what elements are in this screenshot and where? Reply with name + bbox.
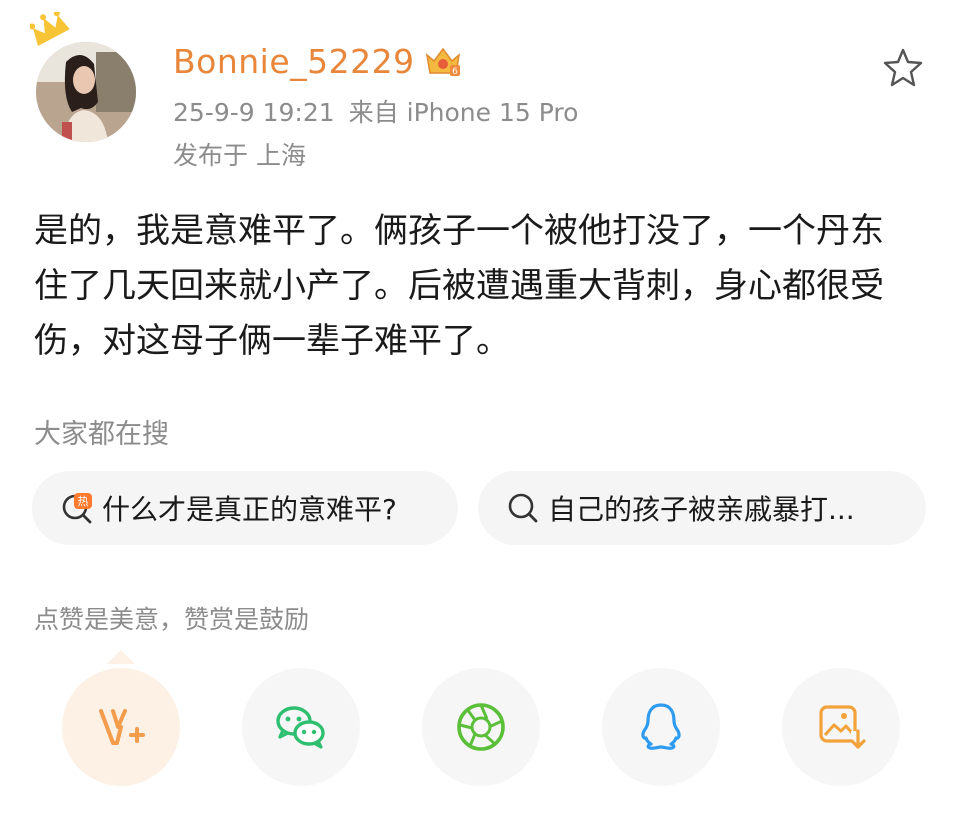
trending-search-title: 大家都在搜 (34, 419, 169, 450)
wechat-icon (276, 706, 325, 749)
reward-v-plus-icon (99, 709, 145, 745)
reward-hint: 点赞是美意，赞赏是鼓励 (34, 605, 310, 634)
username-row: Bonnie_52229 6 (173, 38, 463, 84)
search-icon (508, 493, 538, 523)
post-timestamp: 25-9-9 19:21 (173, 98, 335, 127)
hot-search-icon: 热 (62, 493, 92, 524)
save-image-icon (819, 705, 866, 751)
author-avatar-wrap[interactable] (30, 12, 142, 142)
svg-text:6: 6 (452, 67, 458, 77)
star-outline-icon (883, 48, 923, 87)
share-wechat-button[interactable] (242, 668, 360, 786)
svg-text:热: 热 (78, 495, 89, 508)
avatar[interactable] (36, 42, 136, 142)
share-bar (0, 668, 960, 788)
trending-chip-1-text: 什么才是真正的意难平? (102, 493, 397, 526)
post-header: Bonnie_52229 6 25-9-9 19:21 来自 iPhone 15 … (0, 0, 960, 190)
reward-tooltip-pointer (107, 650, 135, 664)
share-qq-button[interactable] (602, 668, 720, 786)
post-content: 是的，我是意难平了。俩孩子一个被他打没了，一个丹东住了几天回来就小产了。后被遭遇… (34, 211, 884, 361)
favorite-button[interactable] (880, 44, 926, 90)
reward-button[interactable] (62, 668, 180, 786)
trending-chip-2[interactable]: 自己的孩子被亲戚暴打... (478, 471, 926, 545)
qq-penguin-icon (641, 703, 681, 750)
avatar-photo (36, 42, 136, 142)
save-image-button[interactable] (782, 668, 900, 786)
moments-aperture-icon (457, 703, 505, 751)
crown-icon (30, 12, 70, 46)
post-source: 来自 iPhone 15 Pro (348, 98, 579, 127)
share-moments-button[interactable] (422, 668, 540, 786)
post-meta: 25-9-9 19:21 来自 iPhone 15 Pro (173, 93, 578, 129)
username[interactable]: Bonnie_52229 (173, 42, 415, 81)
trending-chip-2-text: 自己的孩子被亲戚暴打... (548, 493, 855, 526)
trending-chip-1[interactable]: 热 什么才是真正的意难平? (32, 471, 458, 545)
vip-crown-badge-icon: 6 (425, 47, 460, 77)
post-location: 发布于 上海 (173, 141, 306, 170)
